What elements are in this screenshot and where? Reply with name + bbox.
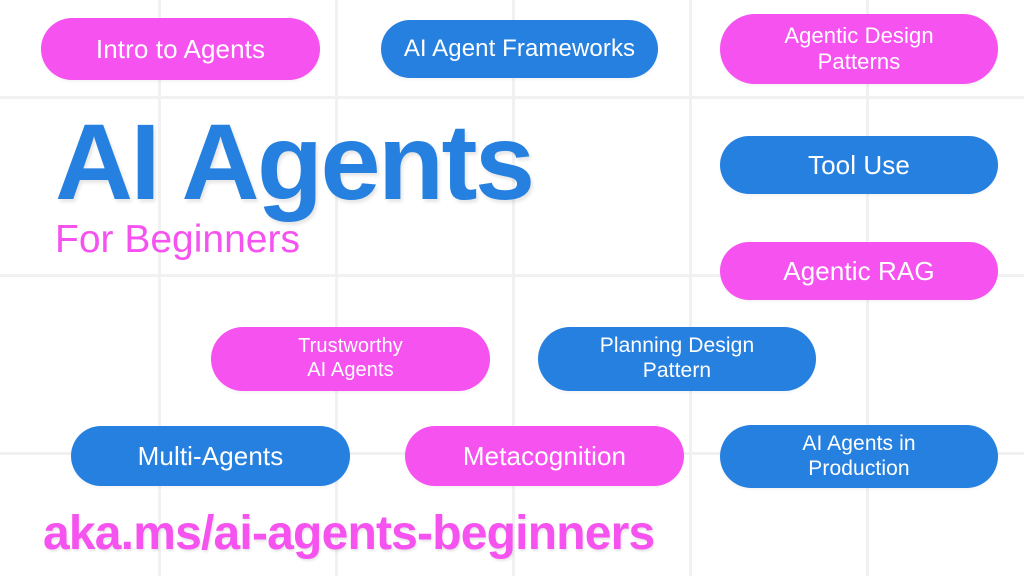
footer-url-text[interactable]: aka.ms/ai-agents-beginners <box>43 506 655 561</box>
topic-pill[interactable]: Agentic RAG <box>720 242 998 300</box>
grid-line-vertical-2 <box>512 0 515 576</box>
page-subtitle: For Beginners <box>55 218 300 261</box>
topic-pill[interactable]: Tool Use <box>720 136 998 194</box>
topic-pill[interactable]: AI Agent Frameworks <box>381 20 658 78</box>
grid-line-vertical-3 <box>689 0 692 576</box>
grid-line-vertical-0 <box>158 0 161 576</box>
topic-pill[interactable]: Agentic Design Patterns <box>720 14 998 84</box>
topic-pill[interactable]: Multi-Agents <box>71 426 350 486</box>
grid-line-horizontal-0 <box>0 96 1024 99</box>
poster-canvas: AI Agents For Beginners Intro to Agents A… <box>0 0 1024 576</box>
grid-line-vertical-1 <box>335 0 338 576</box>
topic-pill[interactable]: Trustworthy AI Agents <box>211 327 490 391</box>
page-title: AI Agents <box>55 101 535 222</box>
topic-pill[interactable]: Planning Design Pattern <box>538 327 816 391</box>
topic-pill[interactable]: Intro to Agents <box>41 18 320 80</box>
topic-pill[interactable]: AI Agents in Production <box>720 425 998 488</box>
topic-pill[interactable]: Metacognition <box>405 426 684 486</box>
headline-block: AI Agents For Beginners <box>55 108 695 261</box>
